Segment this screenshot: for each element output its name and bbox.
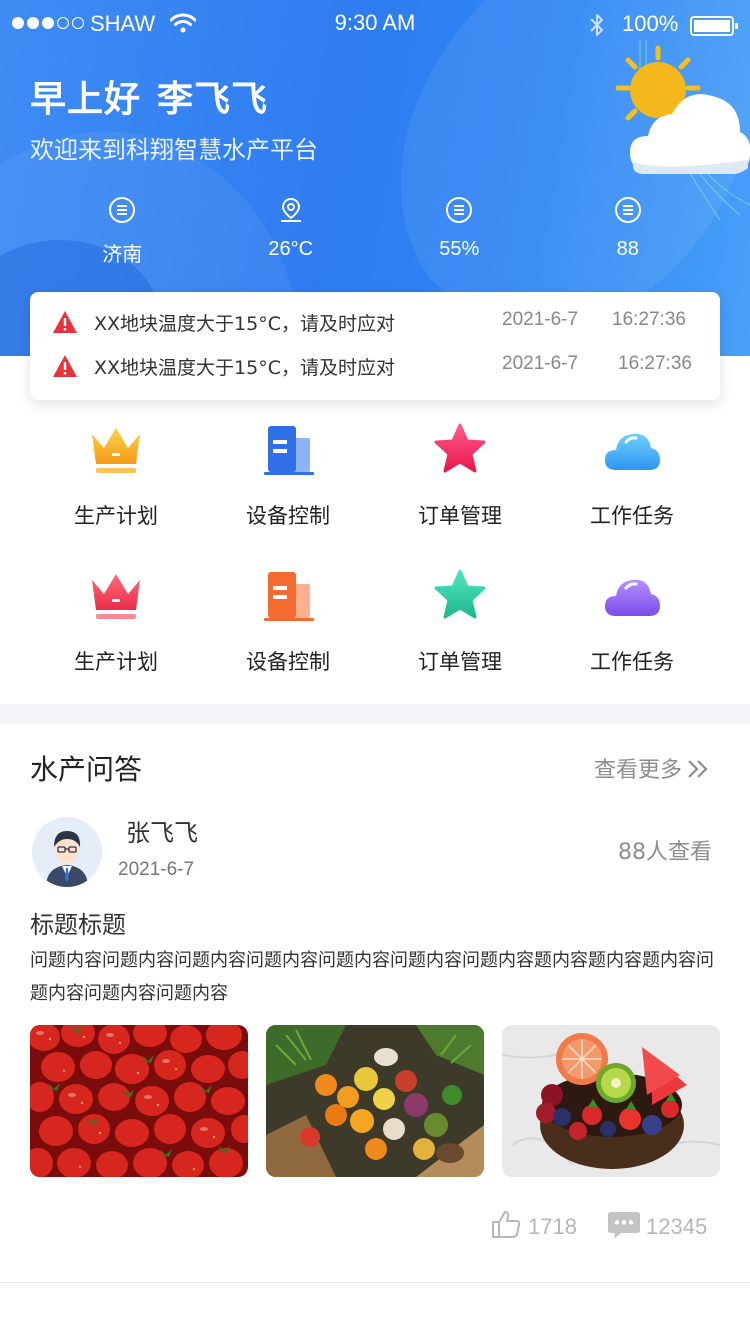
- like-count: 1718: [528, 1214, 577, 1239]
- alert-time: 16:27:36: [612, 309, 686, 330]
- stat-value: 88: [616, 238, 639, 260]
- menu-order-management[interactable]: 订单管理: [374, 562, 546, 692]
- menu-production-plan[interactable]: 生产计划: [30, 562, 202, 692]
- cloud-icon: [605, 433, 660, 470]
- crown-icon: [92, 428, 140, 473]
- view-more-label: 查看更多: [594, 758, 683, 783]
- warning-icon: [53, 311, 77, 333]
- post-body[interactable]: 问题内容问题内容问题内容问题内容问题内容问题内容问题内容题内容题内容题内容问题内…: [30, 944, 720, 1010]
- menu-device-control[interactable]: 设备控制: [202, 562, 374, 692]
- section-divider: [0, 704, 750, 724]
- welcome-subtitle: 欢迎来到科翔智慧水产平台: [30, 136, 318, 164]
- post-date: 2021-6-7: [118, 859, 195, 880]
- menu-work-tasks[interactable]: 工作任务: [546, 416, 718, 546]
- avatar[interactable]: [32, 817, 102, 887]
- author-name[interactable]: 张飞飞: [126, 813, 198, 848]
- location-pin-icon: [280, 197, 301, 222]
- alert-date: 2021-6-7: [502, 353, 579, 374]
- divider: [0, 1282, 750, 1283]
- list-circle-icon: [614, 197, 641, 223]
- greeting-heading: 早上好 李飞飞: [30, 70, 268, 122]
- fruit-bowl-photo[interactable]: [502, 1025, 720, 1177]
- menu-label: 工作任务: [590, 504, 674, 528]
- menu-label: 订单管理: [418, 650, 502, 674]
- alert-row[interactable]: XX地块温度大于15°C，请及时应对 2021-6-7 16:27:36: [30, 300, 720, 344]
- alert-row[interactable]: XX地块温度大于15°C，请及时应对 2021-6-7 16:27:36: [30, 344, 720, 388]
- vegetables-photo[interactable]: [266, 1025, 484, 1177]
- menu-label: 工作任务: [590, 650, 674, 674]
- bluetooth-icon: [590, 14, 603, 36]
- warning-icon: [53, 355, 77, 377]
- view-count: 88人查看: [618, 840, 712, 865]
- alert-message: XX地块温度大于15°C，请及时应对: [94, 357, 395, 379]
- alert-message: XX地块温度大于15°C，请及时应对: [94, 313, 395, 335]
- alert-date: 2021-6-7: [502, 309, 579, 330]
- alert-card: XX地块温度大于15°C，请及时应对 2021-6-7 16:27:36 XX地…: [30, 292, 720, 400]
- stat-item: 55%: [375, 196, 544, 267]
- menu-label: 设备控制: [246, 650, 330, 674]
- stat-value: 济南: [102, 244, 143, 266]
- battery-percentage: 100%: [622, 11, 679, 36]
- menu-label: 生产计划: [74, 504, 158, 528]
- user-name: 李飞飞: [157, 79, 269, 120]
- function-grid: 生产计划 设备控制 订单管理 工作任务 生产计划 设备控制 订单管理 工作任务: [30, 416, 720, 706]
- building-icon: [264, 572, 314, 621]
- list-circle-icon: [109, 197, 136, 223]
- strawberries-image: [30, 1025, 248, 1177]
- list-circle-icon: [446, 197, 473, 223]
- view-more-link[interactable]: 查看更多: [594, 752, 710, 784]
- environment-stats: 济南 26°C 55% 88: [38, 196, 712, 267]
- stat-value: 55%: [439, 238, 480, 260]
- strawberries-photo[interactable]: [30, 1025, 248, 1177]
- battery-icon: [690, 16, 738, 36]
- menu-order-management[interactable]: 订单管理: [374, 416, 546, 546]
- greeting-text: 早上好: [30, 79, 142, 120]
- star-icon: [434, 423, 486, 473]
- post-reactions: 1718 12345: [490, 1208, 720, 1248]
- stat-value: 26°C: [268, 238, 314, 260]
- double-chevron-right-icon: [688, 760, 708, 778]
- menu-label: 生产计划: [74, 650, 158, 674]
- menu-work-tasks[interactable]: 工作任务: [546, 562, 718, 692]
- vegetables-image: [266, 1025, 484, 1177]
- building-icon: [264, 426, 314, 475]
- comment-count: 12345: [646, 1214, 708, 1239]
- star-icon: [434, 569, 486, 619]
- menu-label: 订单管理: [418, 504, 502, 528]
- photo-gallery: [30, 1025, 720, 1177]
- comment-icon[interactable]: [607, 1210, 641, 1240]
- sun-cloud-icon: [615, 40, 750, 220]
- fruit-bowl-image: [502, 1025, 720, 1177]
- alert-time: 16:27:36: [618, 353, 692, 374]
- stat-item: 济南: [38, 196, 207, 267]
- post-title[interactable]: 标题标题: [30, 905, 126, 940]
- thumbs-up-icon[interactable]: [490, 1208, 522, 1240]
- stat-item: 26°C: [207, 196, 376, 267]
- cloud-icon: [605, 579, 660, 616]
- user-avatar-icon: [32, 817, 102, 887]
- menu-production-plan[interactable]: 生产计划: [30, 416, 202, 546]
- section-title: 水产问答: [30, 753, 143, 786]
- stat-item: 88: [544, 196, 713, 267]
- menu-label: 设备控制: [246, 504, 330, 528]
- menu-device-control[interactable]: 设备控制: [202, 416, 374, 546]
- crown-icon: [92, 574, 140, 619]
